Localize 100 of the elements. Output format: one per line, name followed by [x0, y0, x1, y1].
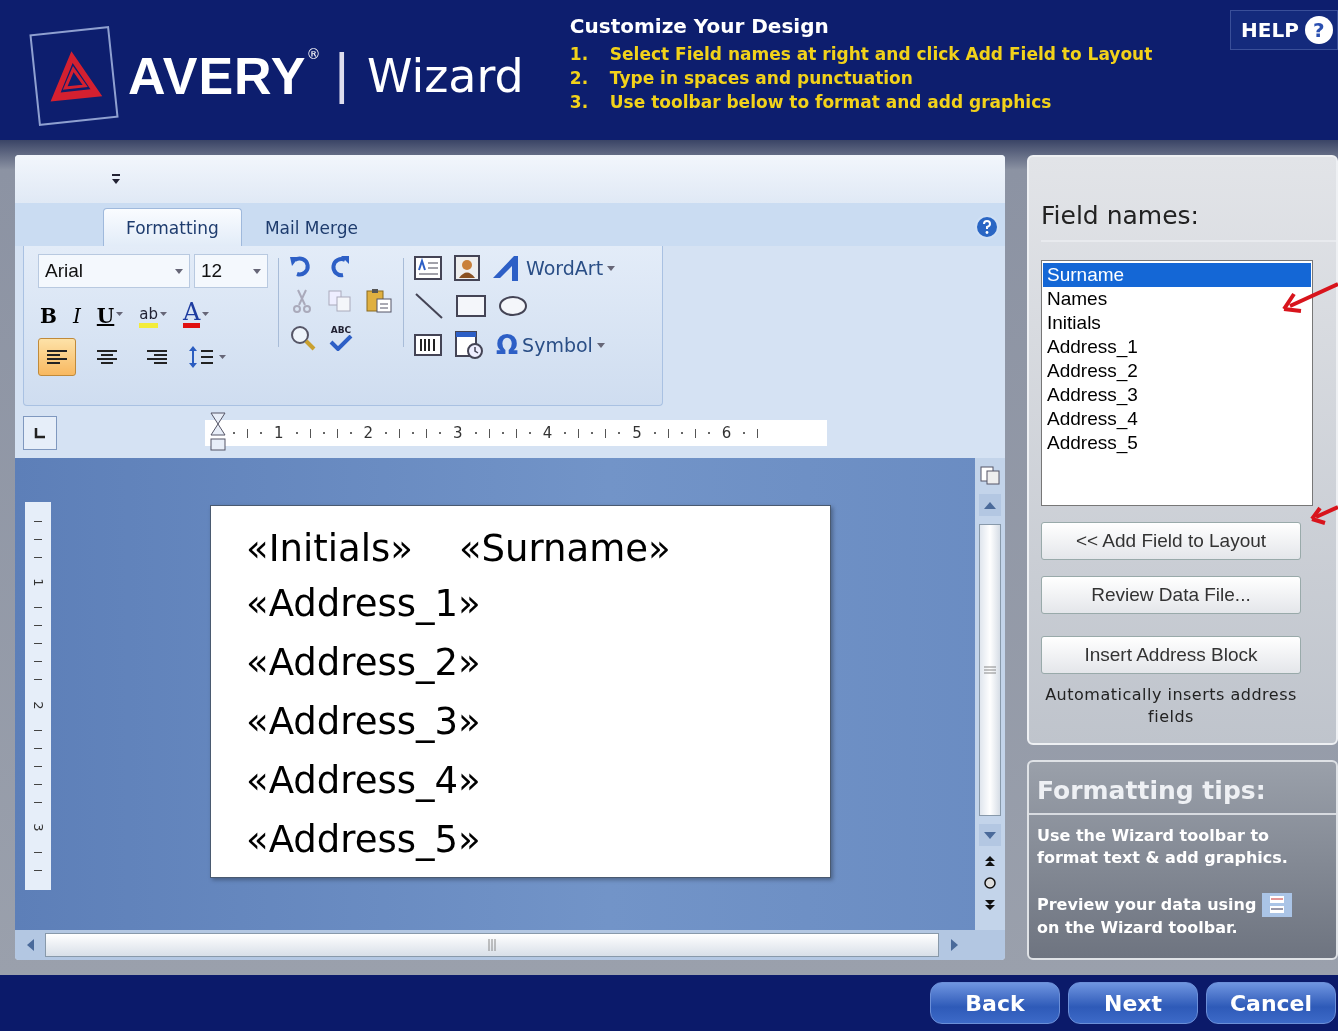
step-number: 1. [569, 43, 590, 66]
ruler-number: 1 [274, 424, 284, 442]
brand-name: AVERY [128, 45, 307, 106]
search-icon[interactable] [289, 324, 317, 352]
symbol-button[interactable]: Ω Symbol [496, 330, 605, 360]
field-list-item[interactable]: Address_4 [1043, 407, 1311, 431]
merge-field[interactable]: «Address_1» [246, 574, 481, 633]
document-clock-icon[interactable] [454, 331, 484, 359]
merge-field[interactable]: «Address_4» [246, 751, 481, 810]
align-right-icon [146, 349, 168, 365]
field-list-item[interactable]: Address_3 [1043, 383, 1311, 407]
browse-object-icon[interactable] [983, 876, 997, 890]
dropdown-caret-icon [607, 265, 616, 271]
instructions-title: Customize Your Design [569, 14, 830, 38]
indent-marker-icon[interactable] [209, 412, 227, 452]
ruler-number: 3 [30, 823, 46, 832]
product-name: Wizard [366, 48, 524, 103]
panel-button[interactable]: Review Data File... [1041, 576, 1301, 614]
step-number: 2. [569, 67, 590, 90]
split-view-icon[interactable] [979, 464, 1001, 486]
step-text: Select Field names at right and click Add Field to Layout [609, 43, 1153, 66]
merge-field[interactable]: «Address_3» [246, 692, 481, 751]
font-size-dropdown[interactable]: 12 [194, 254, 268, 288]
ruler-number: 5 [632, 424, 642, 442]
field-list-item[interactable]: Address_5 [1043, 431, 1311, 455]
panel-title: Field names: [1041, 201, 1336, 242]
customize-toolbar-icon[interactable] [111, 173, 121, 185]
left-arrow-icon [26, 939, 34, 951]
align-center-icon [96, 349, 118, 365]
picture-icon[interactable] [454, 255, 480, 281]
registered-mark: ® [306, 46, 321, 62]
dropdown-caret-icon [596, 342, 605, 348]
text-box-icon[interactable] [414, 256, 442, 280]
align-left-icon [46, 349, 68, 365]
tip-text: Use the Wizard toolbar to format text & add graphics. [1037, 825, 1289, 869]
tab-stop-selector[interactable] [23, 416, 57, 450]
tip-text: on the Wizard toolbar. [1037, 917, 1238, 939]
separator: | [334, 40, 349, 105]
down-arrow-icon [984, 831, 996, 839]
field-list-item[interactable]: Address_1 [1043, 335, 1311, 359]
preview-data-icon [1262, 893, 1293, 917]
rectangle-tool-icon[interactable] [456, 295, 486, 317]
font-dropdown[interactable]: Arial [38, 254, 190, 288]
panel-title: Formatting tips: [1029, 776, 1336, 815]
merge-field[interactable]: «Address_5» [246, 810, 481, 869]
ellipse-tool-icon[interactable] [498, 295, 528, 317]
next-page-icon[interactable] [984, 898, 996, 912]
right-arrow-icon [950, 939, 958, 951]
wizard-nav-button[interactable]: Back [930, 982, 1060, 1024]
line-spacing-icon[interactable] [188, 345, 228, 369]
field-list-item[interactable]: Names [1043, 287, 1311, 311]
field-list-item[interactable]: Initials [1043, 311, 1311, 335]
hint-text: Automatically inserts address fields [1044, 684, 1298, 728]
ruler-number: 2 [30, 700, 46, 710]
merge-field[interactable]: «Address_2» [246, 633, 481, 692]
grip-icon [487, 939, 497, 951]
step-number: 3. [569, 91, 590, 114]
scroll-thumb[interactable] [979, 524, 1001, 816]
scroll-down-button[interactable] [979, 824, 1001, 846]
paste-icon[interactable] [365, 288, 393, 314]
merge-field[interactable]: «Initials» [246, 524, 413, 574]
field-list-item[interactable]: Address_2 [1043, 359, 1311, 383]
annotation-arrow [1310, 502, 1338, 526]
scroll-up-button[interactable] [979, 494, 1001, 516]
font-color-button[interactable]: A [181, 298, 212, 328]
ribbon-tab[interactable]: Mail Merge [241, 208, 381, 246]
dropdown-caret-icon [202, 312, 210, 316]
horizontal-scroll-thumb[interactable] [45, 933, 939, 957]
ruler-number: 2 [363, 424, 374, 442]
previous-page-icon[interactable] [984, 854, 996, 868]
annotation-arrow [1282, 280, 1338, 314]
highlight-button[interactable]: ab [137, 298, 169, 328]
dropdown-caret-icon [160, 312, 167, 316]
barcode-icon[interactable] [414, 334, 442, 356]
ruler-number: 3 [453, 424, 463, 442]
help-icon: ? [1304, 16, 1333, 44]
underline-button[interactable]: U [94, 298, 126, 328]
italic-button[interactable]: I [70, 298, 83, 328]
bold-button[interactable]: B [38, 298, 59, 328]
wizard-nav-button[interactable]: Next [1068, 982, 1198, 1024]
help-icon[interactable] [975, 215, 999, 239]
up-arrow-icon [984, 501, 996, 509]
merge-field[interactable]: «Surname» [458, 524, 671, 574]
align-left-button[interactable] [38, 338, 76, 376]
line-tool-icon[interactable] [414, 292, 444, 320]
spell-check-button[interactable]: ABC [329, 325, 353, 351]
ruler-number: 4 [542, 424, 553, 442]
dropdown-caret-icon [116, 312, 124, 316]
dropdown-caret-icon [175, 268, 183, 274]
panel-button[interactable]: << Add Field to Layout [1041, 522, 1301, 560]
wordart-button[interactable]: WordArt [492, 254, 616, 282]
panel-button[interactable]: Insert Address Block [1041, 636, 1301, 674]
ruler-number: 6 [721, 424, 732, 442]
step-text: Type in spaces and punctuation [609, 67, 913, 90]
wizard-nav-button[interactable]: Cancel [1206, 982, 1336, 1024]
field-list-item[interactable]: Surname [1043, 263, 1311, 287]
ribbon-tab[interactable]: Formatting [103, 208, 242, 246]
help-button[interactable]: HELP ? [1230, 10, 1338, 50]
tip-text: Preview your data using [1037, 894, 1257, 916]
grip-icon [984, 665, 996, 675]
